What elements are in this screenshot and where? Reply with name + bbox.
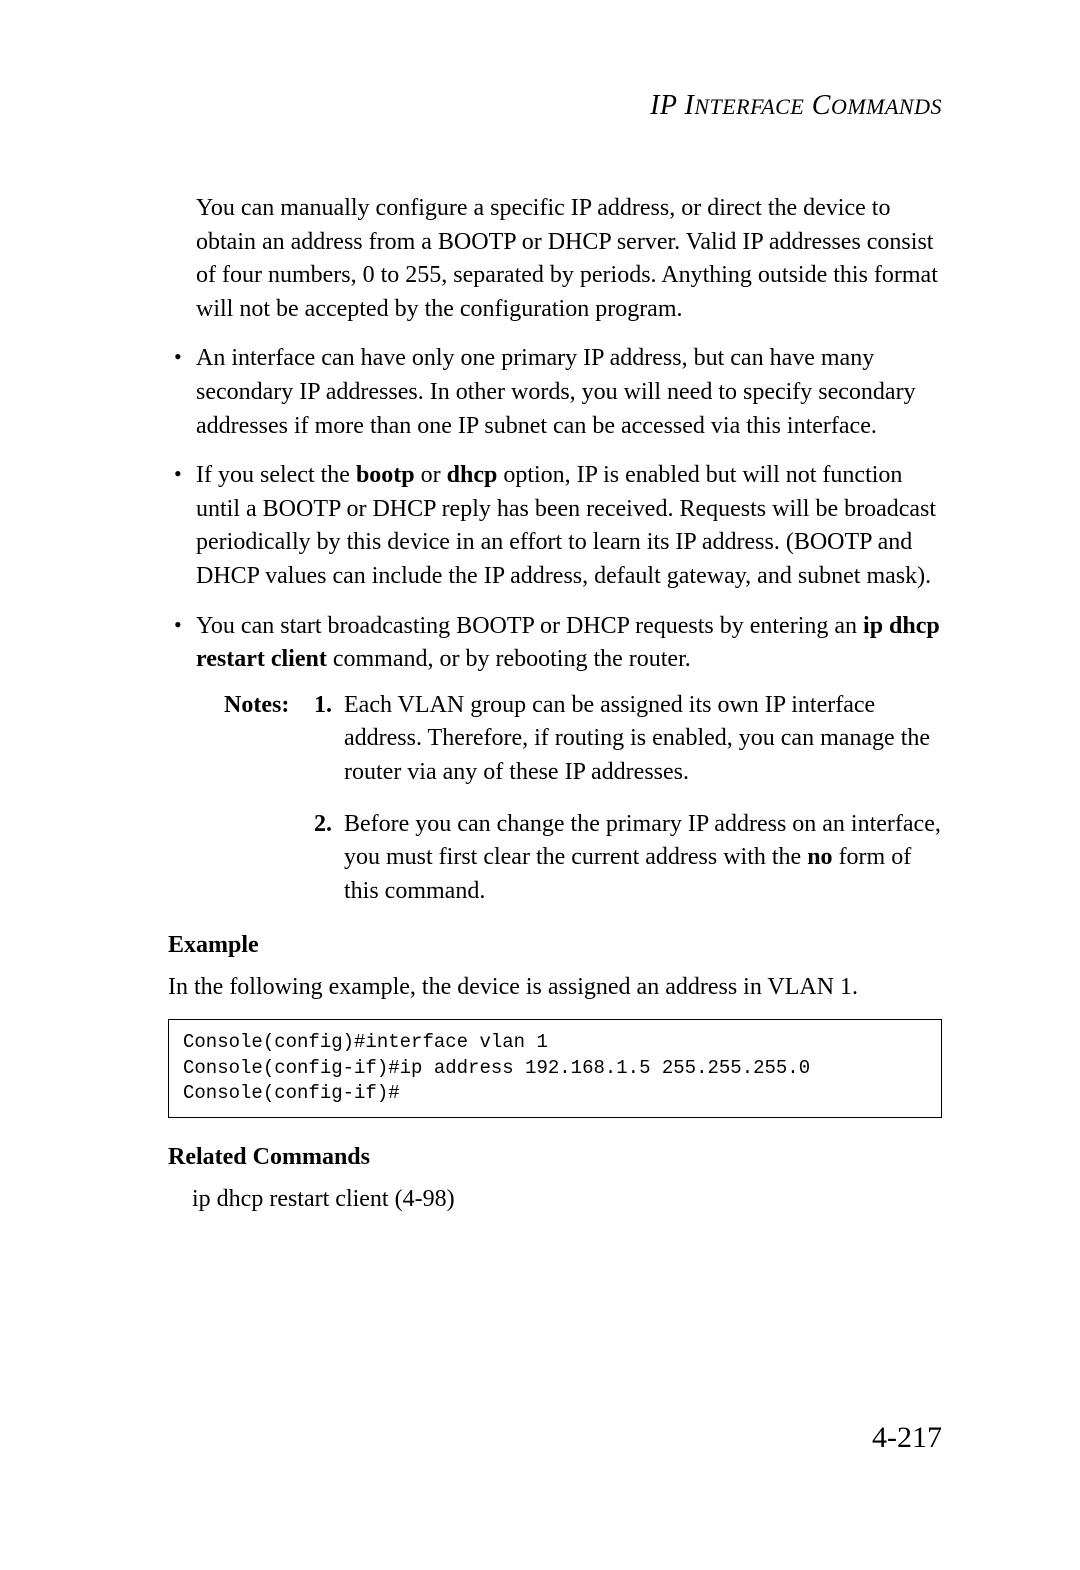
example-heading: Example [168, 932, 942, 959]
related-item: ip dhcp restart client (4-98) [192, 1183, 942, 1217]
bullet-item-3: You can start broadcasting BOOTP or DHCP… [168, 610, 942, 909]
note-number-2: 2. [314, 808, 344, 909]
bullet-text-pre: If you select the [196, 462, 356, 488]
bullet-text-post: command, or by rebooting the router. [327, 646, 691, 672]
note-row-1: Notes: 1. Each VLAN group can be assigne… [224, 689, 942, 790]
bullet-text: An interface can have only one primary I… [196, 345, 916, 438]
document-page: IP INTERFACE COMMANDS You can manually c… [0, 0, 1080, 1276]
related-heading: Related Commands [168, 1144, 942, 1171]
bold-dhcp: dhcp [447, 462, 498, 488]
page-header: IP INTERFACE COMMANDS [168, 90, 942, 122]
bullet-text-mid: or [415, 462, 447, 488]
bullet-item-2: If you select the bootp or dhcp option, … [168, 459, 942, 593]
bullet-text-pre: You can start broadcasting BOOTP or DHCP… [196, 613, 863, 639]
notes-block: Notes: 1. Each VLAN group can be assigne… [224, 689, 942, 909]
intro-paragraph: You can manually configure a specific IP… [196, 192, 942, 326]
note-row-2: Notes: 2. Before you can change the prim… [224, 808, 942, 909]
notes-label: Notes: [224, 689, 314, 790]
code-block: Console(config)#interface vlan 1 Console… [168, 1019, 942, 1118]
bold-no: no [807, 844, 832, 870]
example-intro: In the following example, the device is … [168, 971, 942, 1005]
note-text-1: Each VLAN group can be assigned its own … [344, 689, 942, 790]
note-number-1: 1. [314, 689, 344, 790]
bullet-item-1: An interface can have only one primary I… [168, 342, 942, 443]
page-number: 4-217 [872, 1421, 942, 1455]
note-text-2: Before you can change the primary IP add… [344, 808, 942, 909]
bold-bootp: bootp [356, 462, 415, 488]
bullet-list: An interface can have only one primary I… [168, 342, 942, 908]
